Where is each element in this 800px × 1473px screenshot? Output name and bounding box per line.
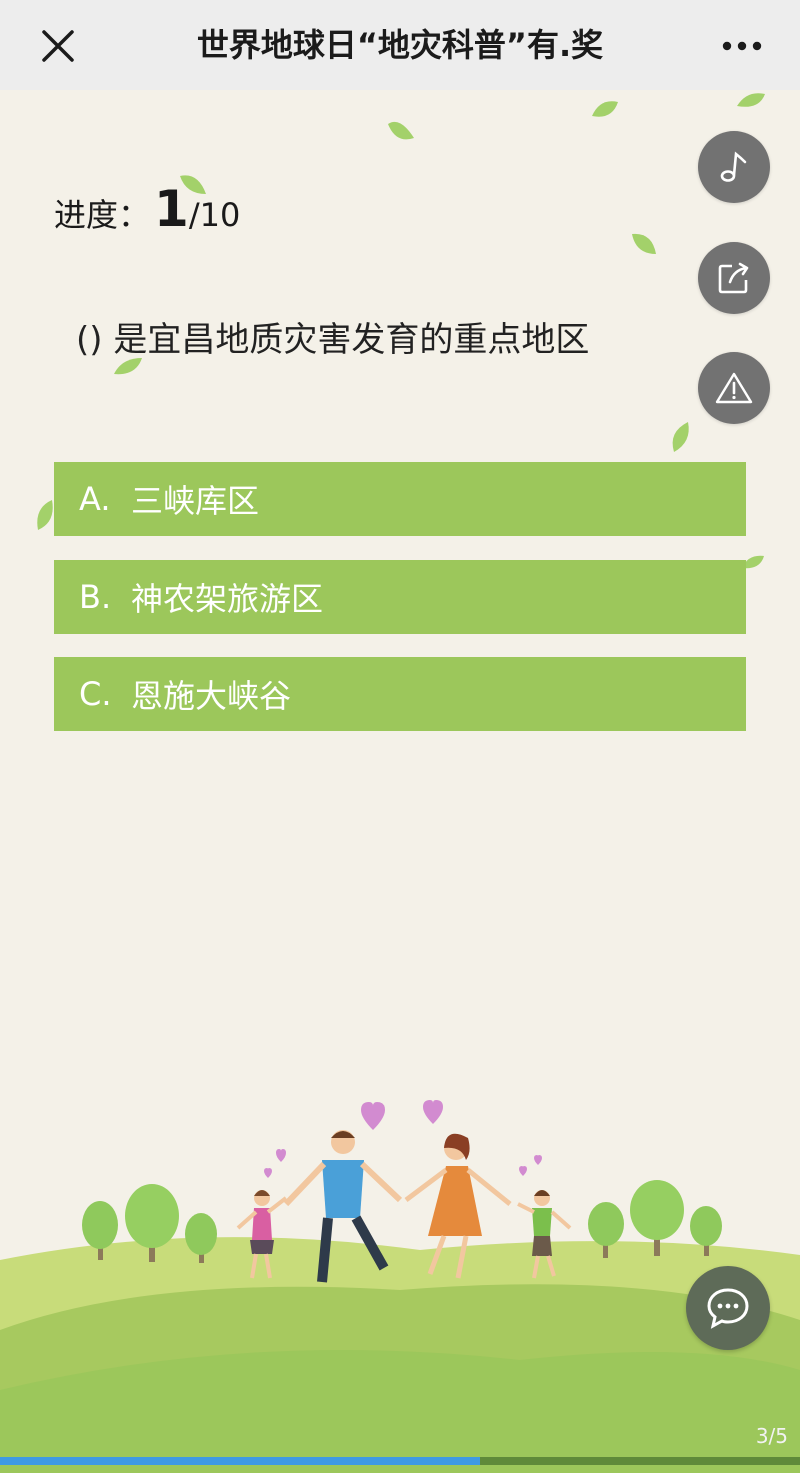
report-button[interactable] [698,352,770,424]
heart-icon [423,1100,443,1124]
leaf-decoration [737,93,765,107]
close-button[interactable] [34,22,82,70]
chat-bubble-icon [707,1288,749,1329]
leaf-decoration [592,101,618,117]
option-letter: A. [79,480,111,518]
page-indicator: 3/5 [755,1424,788,1448]
share-button[interactable] [698,242,770,314]
page-title: 世界地球日“地灾科普”有.奖 [196,26,604,64]
option-letter: B. [79,578,112,616]
page-progress-track [0,1457,800,1465]
music-note-icon [720,151,747,182]
progress-current: 1 [154,180,189,238]
share-icon [718,262,749,294]
leaf-decoration [632,233,656,254]
family-illustration [0,1100,800,1473]
heart-icon [534,1155,542,1165]
heart-icon [264,1168,272,1178]
leaf-decoration [388,121,414,140]
leaf-decoration [672,422,689,452]
chat-button[interactable] [686,1266,770,1350]
heart-icon [276,1149,286,1162]
heart-icon [361,1102,385,1130]
quiz-progress: 进度： 1 /10 [54,180,240,240]
answer-option-b[interactable]: B. 神农架旅游区 [54,560,746,634]
title-bar: 世界地球日“地灾科普”有.奖 [0,0,800,90]
answer-option-c[interactable]: C. 恩施大峡谷 [54,657,746,731]
option-text: 三峡库区 [131,482,260,520]
more-button[interactable] [712,22,772,70]
option-letter: C. [79,675,112,713]
more-icon [722,41,762,51]
answer-option-a[interactable]: A. 三峡库区 [54,462,746,536]
progress-label: 进度： [54,196,151,234]
leaf-decoration [37,500,53,530]
option-text: 神农架旅游区 [131,580,324,618]
close-icon [42,30,74,62]
option-text: 恩施大峡谷 [131,677,292,715]
progress-total: /10 [188,196,241,234]
music-button[interactable] [698,131,770,203]
heart-icon [519,1166,527,1176]
page-progress-fill [0,1457,480,1465]
question-text: () 是宜昌地质灾害发育的重点地区 [76,320,590,360]
warning-icon [715,372,753,404]
